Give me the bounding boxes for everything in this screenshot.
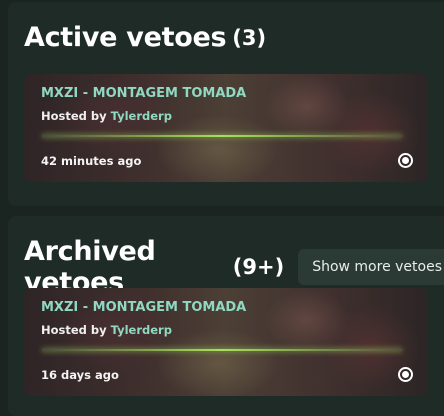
veto-card-hosted-by: Hosted by Tylerderp xyxy=(41,109,172,123)
veto-progress-bar xyxy=(42,349,402,351)
radio-selected-icon[interactable] xyxy=(398,367,413,382)
active-vetoes-panel: Active vetoes (3) MXZI - MONTAGEM TOMADA… xyxy=(8,2,444,206)
active-veto-card[interactable]: MXZI - MONTAGEM TOMADA Hosted by Tylerde… xyxy=(24,74,428,182)
hosted-by-label: Hosted by xyxy=(41,109,111,123)
veto-card-time: 16 days ago xyxy=(41,368,119,382)
archived-vetoes-count: (9+) xyxy=(232,255,285,279)
archived-veto-card[interactable]: MXZI - MONTAGEM TOMADA Hosted by Tylerde… xyxy=(24,288,428,396)
veto-progress-bar xyxy=(42,135,402,137)
veto-card-title: MXZI - MONTAGEM TOMADA xyxy=(41,86,247,101)
show-more-vetoes-button[interactable]: Show more vetoes xyxy=(298,249,444,285)
active-vetoes-count: (3) xyxy=(232,25,267,50)
hosted-by-label: Hosted by xyxy=(41,323,111,337)
active-vetoes-title: Active vetoes xyxy=(24,22,227,53)
host-name-link[interactable]: Tylerderp xyxy=(111,323,172,337)
archived-vetoes-panel: Archived vetoes (9+) Show more vetoes MX… xyxy=(8,216,444,416)
radio-selected-icon[interactable] xyxy=(398,153,413,168)
veto-progress-fill xyxy=(42,349,402,351)
active-vetoes-header: Active vetoes (3) xyxy=(24,22,266,53)
veto-card-title: MXZI - MONTAGEM TOMADA xyxy=(41,300,247,315)
veto-card-time: 42 minutes ago xyxy=(41,154,142,168)
veto-progress-fill xyxy=(42,135,402,137)
host-name-link[interactable]: Tylerderp xyxy=(111,109,172,123)
veto-card-hosted-by: Hosted by Tylerderp xyxy=(41,323,172,337)
